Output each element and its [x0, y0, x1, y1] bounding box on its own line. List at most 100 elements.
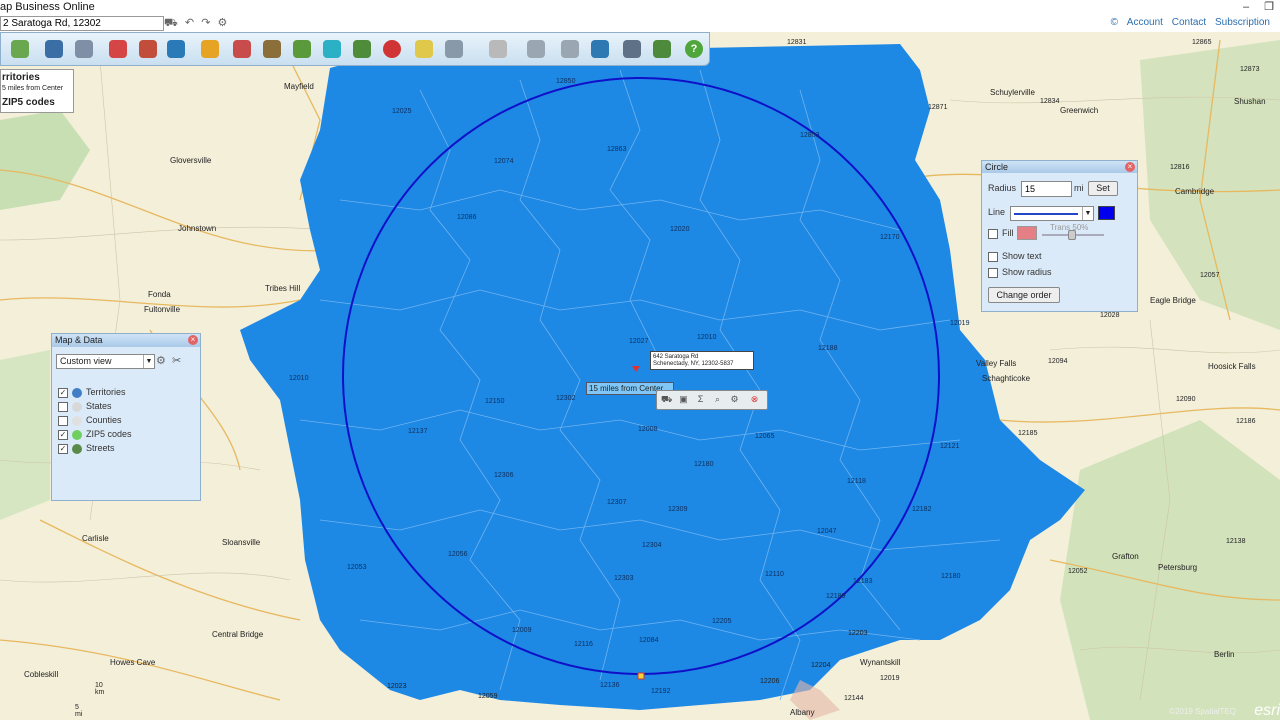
route-button[interactable]: [353, 40, 371, 58]
close-icon[interactable]: ×: [188, 335, 198, 345]
tools-icon[interactable]: ✂: [172, 354, 181, 367]
share-button[interactable]: [591, 40, 609, 58]
layer-states[interactable]: States: [58, 400, 112, 412]
clear-button[interactable]: [383, 40, 401, 58]
restore-button[interactable]: ❐: [1264, 1, 1274, 13]
save-button[interactable]: [45, 40, 63, 58]
circle-toolbar: ⛟ ▣ Σ ⌕ ⚙ ⊗: [656, 390, 768, 410]
gear-icon[interactable]: ⚙: [156, 354, 166, 367]
town-label: Eagle Bridge: [1150, 296, 1196, 305]
zoom-icon[interactable]: ⌕: [712, 394, 723, 405]
change-order-button[interactable]: Change order: [988, 287, 1060, 303]
town-label: Sloansville: [222, 538, 261, 547]
notes-button[interactable]: [415, 40, 433, 58]
circle-panel: Circle × Radius mi Set Line ▼ Fill Trans…: [981, 160, 1138, 312]
drive-time-button[interactable]: [323, 40, 341, 58]
layer-streets[interactable]: ✓ Streets: [58, 442, 115, 454]
checkbox[interactable]: ✓: [58, 443, 68, 454]
zip-label: 12136: [600, 682, 620, 689]
layer-zip-codes[interactable]: ✓ ZIP5 codes: [58, 428, 132, 440]
attribution-text: ©2019 SpatialTEQ: [1169, 707, 1236, 716]
fill-color-swatch[interactable]: [1017, 226, 1037, 240]
street-view-button[interactable]: [653, 40, 671, 58]
help-button[interactable]: ?: [685, 40, 703, 58]
sum-icon[interactable]: Σ: [695, 394, 706, 405]
save-icon[interactable]: ▣: [678, 394, 689, 405]
zip-label: 12182: [912, 506, 932, 513]
zip-label: 12065: [755, 433, 775, 440]
globe-button[interactable]: [167, 40, 185, 58]
checkbox[interactable]: [58, 415, 68, 426]
set-button[interactable]: Set: [1088, 181, 1118, 196]
undo-icon[interactable]: ↶: [185, 17, 194, 29]
zip-label: 12074: [494, 158, 514, 165]
layer-label: Streets: [86, 443, 115, 453]
contact-link[interactable]: Contact: [1172, 17, 1206, 28]
subscription-link[interactable]: Subscription: [1215, 17, 1270, 28]
users-button[interactable]: [75, 40, 93, 58]
line-style-select[interactable]: ▼: [1010, 206, 1094, 221]
close-icon[interactable]: ×: [1125, 162, 1135, 172]
fill-label: Fill: [1002, 228, 1014, 238]
redo-icon[interactable]: ↷: [201, 17, 210, 29]
heatmap-button[interactable]: [263, 40, 281, 58]
town-label: Mayfield: [284, 82, 314, 91]
new-map-button[interactable]: [11, 40, 29, 58]
layer-territories[interactable]: ✓ Territories: [58, 386, 126, 398]
copyright-icon: ©: [1110, 17, 1119, 28]
delete-icon[interactable]: ⊗: [749, 394, 760, 405]
checkbox[interactable]: [58, 401, 68, 412]
legend-layer: ZIP5 codes: [2, 97, 55, 108]
address-callout[interactable]: 642 Saratoga Rd Schenectady, NY, 12302-5…: [650, 351, 754, 370]
measure-button[interactable]: [527, 40, 545, 58]
fill-checkbox-row[interactable]: Fill: [988, 228, 1014, 239]
line-color-swatch[interactable]: [1098, 206, 1115, 220]
slider-handle[interactable]: [1068, 230, 1076, 240]
route-icon[interactable]: ⛟: [164, 17, 178, 29]
window-button[interactable]: [623, 40, 641, 58]
checkbox[interactable]: [988, 251, 998, 262]
layers-button[interactable]: [293, 40, 311, 58]
territory-button[interactable]: [233, 40, 251, 58]
town-label: Fonda: [148, 290, 171, 299]
zip-label: 12028: [1100, 312, 1120, 319]
add-pin-button[interactable]: [109, 40, 127, 58]
town-label: Carlisle: [82, 534, 109, 543]
zip-label: 12110: [765, 571, 784, 578]
zip-codes-icon: [72, 429, 82, 440]
zip-label: 12086: [457, 214, 477, 221]
checkbox[interactable]: ✓: [58, 387, 68, 398]
zip-label: 12023: [387, 683, 407, 690]
settings-icon[interactable]: ⚙: [729, 394, 740, 405]
radius-button[interactable]: [201, 40, 219, 58]
route-icon[interactable]: ⛟: [661, 394, 672, 405]
radius-input[interactable]: [1021, 181, 1072, 197]
settings-icon[interactable]: ⚙: [217, 17, 227, 29]
minimize-button[interactable]: –: [1243, 1, 1249, 13]
checkbox[interactable]: [988, 267, 998, 278]
zip-label: 12180: [694, 461, 714, 468]
zip-label: 12816: [1170, 164, 1190, 171]
search-button[interactable]: [445, 40, 463, 58]
territory-legend: rritories 5 miles from Center ZIP5 codes: [0, 69, 74, 113]
checkbox[interactable]: [988, 228, 998, 239]
chevron-down-icon: ▼: [143, 355, 154, 368]
label-button[interactable]: [489, 40, 507, 58]
esri-logo: esri: [1254, 702, 1280, 719]
show-text-row[interactable]: Show text: [988, 251, 1042, 262]
pin-group-button[interactable]: [139, 40, 157, 58]
zip-label: 12056: [448, 551, 468, 558]
layer-counties[interactable]: Counties: [58, 414, 122, 426]
show-radius-row[interactable]: Show radius: [988, 267, 1052, 278]
zip-label: 12206: [760, 678, 780, 685]
address-search-input[interactable]: [0, 16, 164, 31]
checkbox[interactable]: ✓: [58, 429, 68, 440]
title-bar: ap Business Online – ❐: [0, 0, 1280, 15]
layer-label: Counties: [86, 415, 122, 425]
zip-label: 12116: [574, 641, 593, 648]
account-link[interactable]: Account: [1127, 17, 1163, 28]
scale-km: 10 km: [95, 682, 105, 696]
zip-label: 12831: [787, 39, 807, 46]
print-button[interactable]: [561, 40, 579, 58]
view-select[interactable]: Custom view ▼: [56, 354, 155, 369]
